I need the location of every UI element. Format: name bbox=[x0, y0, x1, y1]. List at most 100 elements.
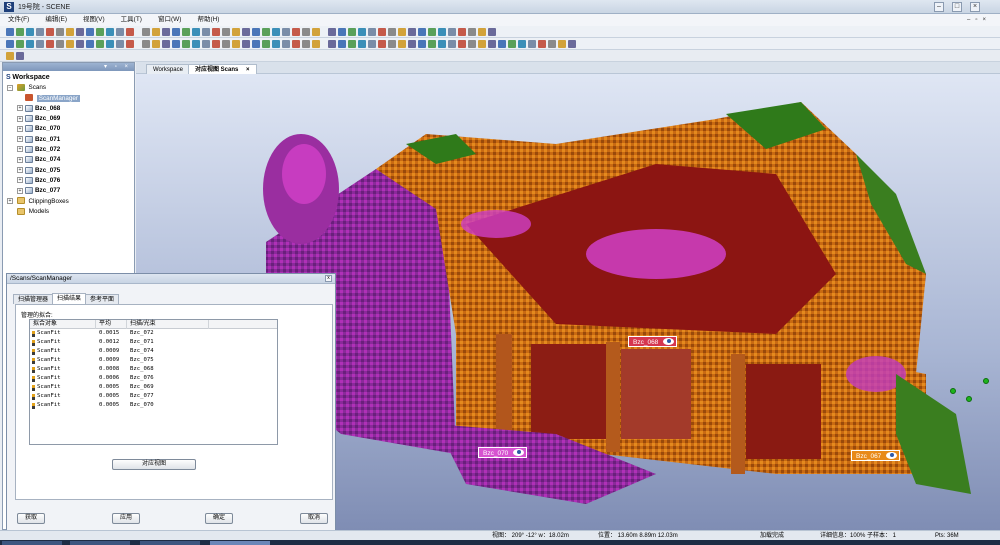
toolbar-tool-icon[interactable] bbox=[488, 28, 496, 36]
dialog-close-icon[interactable]: x bbox=[325, 275, 332, 282]
toolbar-tool-icon[interactable] bbox=[106, 28, 114, 36]
toolbar-tool-icon[interactable] bbox=[46, 28, 54, 36]
toolbar-tool-icon[interactable] bbox=[292, 40, 300, 48]
toolbar-tool-icon[interactable] bbox=[448, 40, 456, 48]
fits-list-row[interactable]: ScanFit 0.0005 Bzc_077 bbox=[30, 392, 277, 401]
toolbar-tool-icon[interactable] bbox=[528, 40, 536, 48]
cancel-button[interactable]: 取消 bbox=[300, 513, 328, 524]
toolbar-tool-icon[interactable] bbox=[568, 40, 576, 48]
fits-list-row[interactable]: ScanFit 0.0006 Bzc_076 bbox=[30, 374, 277, 383]
toolbar-tool-icon[interactable] bbox=[398, 40, 406, 48]
mdi-minimize-icon[interactable]: – bbox=[967, 14, 970, 26]
toolbar-tool-icon[interactable] bbox=[242, 40, 250, 48]
toolbar-tool-icon[interactable] bbox=[292, 28, 300, 36]
tab-workspace[interactable]: Workspace bbox=[146, 64, 190, 74]
toolbar-tool-icon[interactable] bbox=[126, 28, 134, 36]
scan-label-bzc-070[interactable]: Bzc_070 bbox=[478, 447, 528, 458]
toolbar-tool-icon[interactable] bbox=[46, 40, 54, 48]
toolbar-tool-icon[interactable] bbox=[398, 28, 406, 36]
tree-scan-item[interactable]: + Bzc_072 bbox=[3, 145, 134, 155]
toolbar-tool-icon[interactable] bbox=[368, 40, 376, 48]
toolbar-tool-icon[interactable] bbox=[152, 40, 160, 48]
toolbar-tool-icon[interactable] bbox=[56, 40, 64, 48]
col-fit-object[interactable]: 拟合对象 bbox=[30, 320, 96, 329]
apply-button[interactable]: 应用 bbox=[112, 513, 140, 524]
tab-scan-results[interactable]: 扫描结果 bbox=[52, 293, 87, 304]
toolbar-tool-icon[interactable] bbox=[478, 28, 486, 36]
tree-models[interactable]: Models bbox=[3, 207, 134, 217]
toolbar-tool-icon[interactable] bbox=[252, 28, 260, 36]
toolbar-tool-icon[interactable] bbox=[152, 28, 160, 36]
menu-edit[interactable]: 编辑(E) bbox=[45, 14, 67, 26]
toolbar-tool-icon[interactable] bbox=[368, 28, 376, 36]
toolbar-tool-icon[interactable] bbox=[378, 40, 386, 48]
toolbar-tool-icon[interactable] bbox=[162, 28, 170, 36]
expand-icon[interactable]: + bbox=[17, 105, 23, 112]
toolbar-tool-icon[interactable] bbox=[66, 40, 74, 48]
eye-icon[interactable] bbox=[513, 449, 525, 456]
toolbar-tool-icon[interactable] bbox=[162, 40, 170, 48]
toolbar-tool-icon[interactable] bbox=[448, 28, 456, 36]
col-mean[interactable]: 平均 bbox=[96, 320, 127, 329]
tree-clipping-boxes[interactable]: + ClippingBoxes bbox=[3, 197, 134, 207]
scan-label-bzc-067[interactable]: Bzc_067 bbox=[851, 450, 901, 461]
toolbar-tool-icon[interactable] bbox=[508, 40, 516, 48]
expand-icon[interactable]: + bbox=[17, 177, 23, 184]
eye-icon[interactable] bbox=[886, 452, 898, 459]
toolbar-tool-icon[interactable] bbox=[458, 40, 466, 48]
expand-icon[interactable]: + bbox=[7, 197, 13, 204]
toolbar-tool-icon[interactable] bbox=[468, 28, 476, 36]
scan-position-marker[interactable] bbox=[950, 388, 956, 394]
toolbar-tool-icon[interactable] bbox=[116, 40, 124, 48]
toolbar-tool-icon[interactable] bbox=[408, 28, 416, 36]
toolbar-tool-icon[interactable] bbox=[142, 28, 150, 36]
toolbar-tool-icon[interactable] bbox=[558, 40, 566, 48]
toolbar-tool-icon[interactable] bbox=[172, 28, 180, 36]
toolbar-tool-icon[interactable] bbox=[272, 28, 280, 36]
menu-help[interactable]: 帮助(H) bbox=[197, 14, 219, 26]
toolbar-tool-icon[interactable] bbox=[172, 40, 180, 48]
tree-scans[interactable]: − Scans bbox=[3, 83, 134, 93]
tree-scan-item[interactable]: + Bzc_068 bbox=[3, 104, 134, 114]
eye-icon[interactable] bbox=[663, 338, 675, 345]
toolbar-tool-icon[interactable] bbox=[312, 40, 320, 48]
ok-button[interactable]: 确定 bbox=[205, 513, 233, 524]
tree-scan-item[interactable]: + Bzc_075 bbox=[3, 166, 134, 176]
toolbar-tool-icon[interactable] bbox=[96, 40, 104, 48]
menu-view[interactable]: 视图(V) bbox=[83, 14, 105, 26]
toolbar-tool-icon[interactable] bbox=[272, 40, 280, 48]
mdi-restore-icon[interactable]: ▫ bbox=[975, 14, 977, 26]
toolbar-tool-icon[interactable] bbox=[182, 28, 190, 36]
toolbar-tool-icon[interactable] bbox=[548, 40, 556, 48]
toolbar-tool-icon[interactable] bbox=[328, 28, 336, 36]
corresponding-view-button[interactable]: 对应视图 bbox=[112, 459, 196, 470]
toolbar-tool-icon[interactable] bbox=[282, 28, 290, 36]
scan-label-bzc-068[interactable]: Bzc_068 bbox=[628, 336, 678, 347]
get-button[interactable]: 获取 bbox=[17, 513, 45, 524]
tree-scan-item[interactable]: + Bzc_074 bbox=[3, 155, 134, 165]
taskbar-button[interactable] bbox=[210, 541, 270, 545]
menu-tools[interactable]: 工具(T) bbox=[121, 14, 142, 26]
toolbar-tool-icon[interactable] bbox=[16, 28, 24, 36]
toolbar-tool-icon[interactable] bbox=[192, 40, 200, 48]
toolbar-tool-icon[interactable] bbox=[26, 40, 34, 48]
toolbar-tool-icon[interactable] bbox=[126, 40, 134, 48]
toolbar-tool-icon[interactable] bbox=[348, 28, 356, 36]
tab-close-icon[interactable]: × bbox=[246, 67, 250, 73]
toolbar-tool-icon[interactable] bbox=[418, 28, 426, 36]
toolbar-tool-icon[interactable] bbox=[498, 40, 506, 48]
close-icon[interactable]: × bbox=[970, 2, 980, 12]
toolbar-tool-icon[interactable] bbox=[16, 52, 24, 60]
toolbar-tool-icon[interactable] bbox=[358, 40, 366, 48]
toolbar-tool-icon[interactable] bbox=[36, 28, 44, 36]
toolbar-tool-icon[interactable] bbox=[202, 40, 210, 48]
toolbar-tool-icon[interactable] bbox=[388, 28, 396, 36]
toolbar-tool-icon[interactable] bbox=[458, 28, 466, 36]
tree-scan-item[interactable]: + Bzc_070 bbox=[3, 124, 134, 134]
toolbar-tool-icon[interactable] bbox=[202, 28, 210, 36]
toolbar-tool-icon[interactable] bbox=[438, 28, 446, 36]
toolbar-tool-icon[interactable] bbox=[66, 28, 74, 36]
toolbar-tool-icon[interactable] bbox=[468, 40, 476, 48]
expand-icon[interactable]: + bbox=[17, 115, 23, 122]
toolbar-tool-icon[interactable] bbox=[378, 28, 386, 36]
